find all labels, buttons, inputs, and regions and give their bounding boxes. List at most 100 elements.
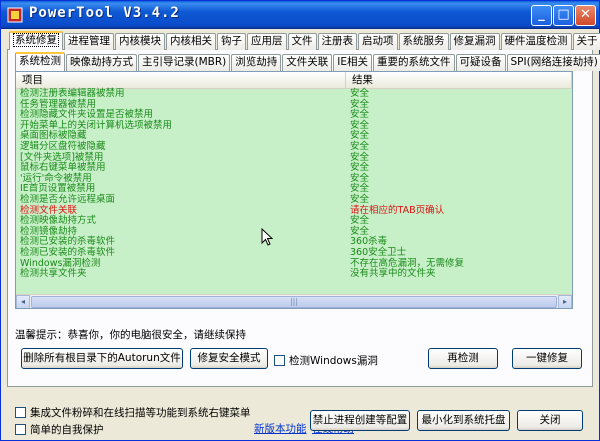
- tab-label: 可疑设备: [459, 56, 502, 68]
- integrate-context-menu-checkbox[interactable]: 集成文件粉碎和在线扫描等功能到系统右键菜单: [15, 405, 251, 420]
- tab-application-layer[interactable]: 应用层: [247, 33, 287, 50]
- tab-label: 文件关联: [286, 56, 329, 68]
- subtab-spi[interactable]: SPI(网络连接劫持): [506, 54, 600, 71]
- tab-kernel-related[interactable]: 内核相关: [166, 33, 216, 50]
- subtab-system-check[interactable]: 系统检测: [15, 52, 65, 71]
- table-row[interactable]: 逻辑分区盘符被隐藏 安全: [16, 140, 572, 153]
- powertool-app-icon: [7, 7, 23, 23]
- tab-hardware-temperature[interactable]: 硬件温度检测: [500, 33, 572, 50]
- checkbox-box[interactable]: [274, 355, 285, 366]
- table-row[interactable]: 检测是否允许远程桌面 安全: [16, 193, 572, 206]
- close-button[interactable]: 关闭: [517, 410, 583, 431]
- recheck-button[interactable]: 再检测: [428, 348, 498, 369]
- subtab-suspicious-devices[interactable]: 可疑设备: [455, 54, 506, 71]
- minimize-to-tray-button[interactable]: 最小化到系统托盘: [417, 410, 510, 431]
- check-results-table[interactable]: 项目 结果 检测注册表编辑器被禁用 安全 任务管理器被禁用 安全 检测隐藏文件夹设置是否…: [15, 71, 573, 309]
- table-row[interactable]: 开始菜单上的关闭计算机选项被禁用 安全: [16, 120, 572, 132]
- tab-fix-vulnerabilities[interactable]: 修复漏洞: [449, 33, 500, 50]
- table-body: 检测注册表编辑器被禁用 安全 任务管理器被禁用 安全 检测隐藏文件夹设置是否被禁用 安全开…: [16, 88, 572, 296]
- tab-label: 钩子: [221, 35, 242, 47]
- checkbox-label: 检测Windows漏洞: [289, 355, 378, 367]
- tab-system-services[interactable]: 系统服务: [398, 33, 449, 50]
- subtab-mbr[interactable]: 主引导记录(MBR): [138, 54, 231, 71]
- tab-kernel-modules[interactable]: 内核模块: [115, 33, 165, 50]
- tab-files[interactable]: 文件: [287, 33, 317, 50]
- scroll-right-arrow-icon[interactable]: ▸: [558, 295, 572, 308]
- table-row[interactable]: '运行'命令被禁用 安全: [16, 173, 572, 185]
- window-title: PowerTool V3.4.2: [29, 5, 180, 21]
- tab-label: 硬件温度检测: [504, 35, 568, 47]
- scrollbar-thumb[interactable]: |||: [31, 296, 557, 308]
- tab-label: 进程管理: [68, 35, 110, 47]
- tab-label: SPI(网络连接劫持): [510, 56, 598, 68]
- tab-label: 映像劫持方式: [70, 56, 133, 68]
- checkbox-box[interactable]: [15, 407, 26, 418]
- column-header-result[interactable]: 结果: [346, 72, 572, 89]
- row-result-cell: 安全: [350, 193, 370, 205]
- tab-label: 启动项: [362, 35, 394, 47]
- checkbox-label: 集成文件粉碎和在线扫描等功能到系统右键菜单: [30, 407, 251, 419]
- table-row[interactable]: 鼠标右键菜单被禁用 安全: [16, 163, 572, 174]
- title-bar[interactable]: PowerTool V3.4.2 _ □ ✕: [1, 1, 599, 29]
- table-row[interactable]: 检测映像劫持方式 安全: [16, 216, 572, 227]
- check-windows-vuln-checkbox[interactable]: 检测Windows漏洞: [274, 353, 378, 368]
- subtab-browser-hijack[interactable]: 浏览劫持: [231, 54, 282, 71]
- checkbox-box[interactable]: [15, 424, 26, 435]
- table-row[interactable]: 检测注册表编辑器被禁用 安全: [16, 88, 572, 100]
- status-tip: 温馨提示：恭喜你，你的电脑很安全，请继续保持: [15, 329, 246, 341]
- subtab-file-association[interactable]: 文件关联: [282, 54, 333, 71]
- subtab-image-hijack[interactable]: 映像劫持方式: [66, 54, 137, 71]
- table-row[interactable]: 检测共享文件夹 没有共享中的文件夹: [16, 268, 572, 280]
- subtab-system-files[interactable]: 重要的系统文件: [373, 54, 455, 71]
- new-version-link[interactable]: 新版本功能: [254, 421, 307, 436]
- close-window-button[interactable]: ✕: [575, 5, 596, 26]
- column-header-item[interactable]: 项目: [16, 72, 346, 89]
- tab-label: 文件: [291, 35, 313, 47]
- one-key-repair-button[interactable]: 一键修复: [512, 348, 582, 369]
- tab-hooks[interactable]: 钩子: [217, 33, 246, 50]
- tab-label: 系统检测: [19, 55, 61, 67]
- tab-label: 主引导记录(MBR): [142, 56, 227, 68]
- tab-label: 应用层: [251, 35, 283, 47]
- tab-about[interactable]: 关于: [572, 33, 600, 50]
- row-item-cell: 检测是否允许远程桌面: [20, 193, 116, 205]
- tab-label: 内核相关: [170, 35, 212, 47]
- main-window: PowerTool V3.4.2 _ □ ✕ 系统修复 进程管理 内核模块 内核…: [0, 0, 600, 441]
- tab-label: 关于: [576, 35, 598, 47]
- subtab-ie-related[interactable]: IE相关: [333, 54, 372, 71]
- table-row[interactable]: Windows漏洞检测 不存在高危漏洞，无需修复: [16, 258, 572, 270]
- tab-label: 重要的系统文件: [377, 56, 451, 68]
- horizontal-scrollbar[interactable]: ◂ ||| ▸: [16, 294, 572, 308]
- row-result-cell: 安全: [350, 140, 370, 152]
- tab-startup[interactable]: 启动项: [358, 33, 398, 50]
- checkbox-label: 简单的自我保护: [30, 424, 104, 436]
- tab-label: 系统修复: [13, 33, 59, 47]
- tab-registry[interactable]: 注册表: [317, 33, 357, 50]
- tab-label: IE相关: [337, 56, 368, 68]
- mouse-cursor-icon: [261, 228, 273, 246]
- row-item-cell: 检测已安装的杀毒软件: [20, 246, 116, 258]
- row-item-cell: 逻辑分区盘符被隐藏: [20, 140, 106, 152]
- tab-process-manager[interactable]: 进程管理: [64, 33, 114, 50]
- tab-label: 注册表: [321, 35, 354, 47]
- forbid-process-config-button[interactable]: 禁止进程创建等配置: [310, 410, 410, 431]
- table-row[interactable]: 检测已安装的杀毒软件 360安全卫士: [16, 246, 572, 259]
- tab-label: 修复漏洞: [453, 35, 496, 47]
- tab-system-repair[interactable]: 系统修复: [9, 31, 63, 50]
- table-row[interactable]: 检测文件关联 请在相应的TAB页确认: [16, 205, 572, 217]
- row-result-cell: 没有共享中的文件夹: [350, 268, 436, 280]
- tab-label: 系统服务: [402, 35, 445, 47]
- row-result-cell: 360安全卫士: [350, 246, 407, 258]
- minimize-button[interactable]: _: [531, 5, 552, 26]
- delete-autorun-button[interactable]: 删除所有根目录下的Autorun文件: [21, 348, 183, 369]
- tab-label: 内核模块: [119, 35, 161, 47]
- table-header: 项目 结果: [16, 72, 572, 89]
- scroll-left-arrow-icon[interactable]: ◂: [16, 295, 30, 308]
- sub-tab-strip: 系统检测 映像劫持方式 主引导记录(MBR) 浏览劫持 文件关联 IE相关 重要…: [15, 52, 600, 71]
- row-item-cell: 检测注册表编辑器被禁用: [20, 88, 125, 99]
- repair-safe-mode-button[interactable]: 修复安全模式: [190, 348, 268, 369]
- row-result-cell: 安全: [350, 88, 370, 99]
- self-protect-checkbox[interactable]: 简单的自我保护: [15, 422, 104, 437]
- tab-label: 浏览劫持: [235, 56, 278, 68]
- maximize-button[interactable]: □: [553, 5, 574, 26]
